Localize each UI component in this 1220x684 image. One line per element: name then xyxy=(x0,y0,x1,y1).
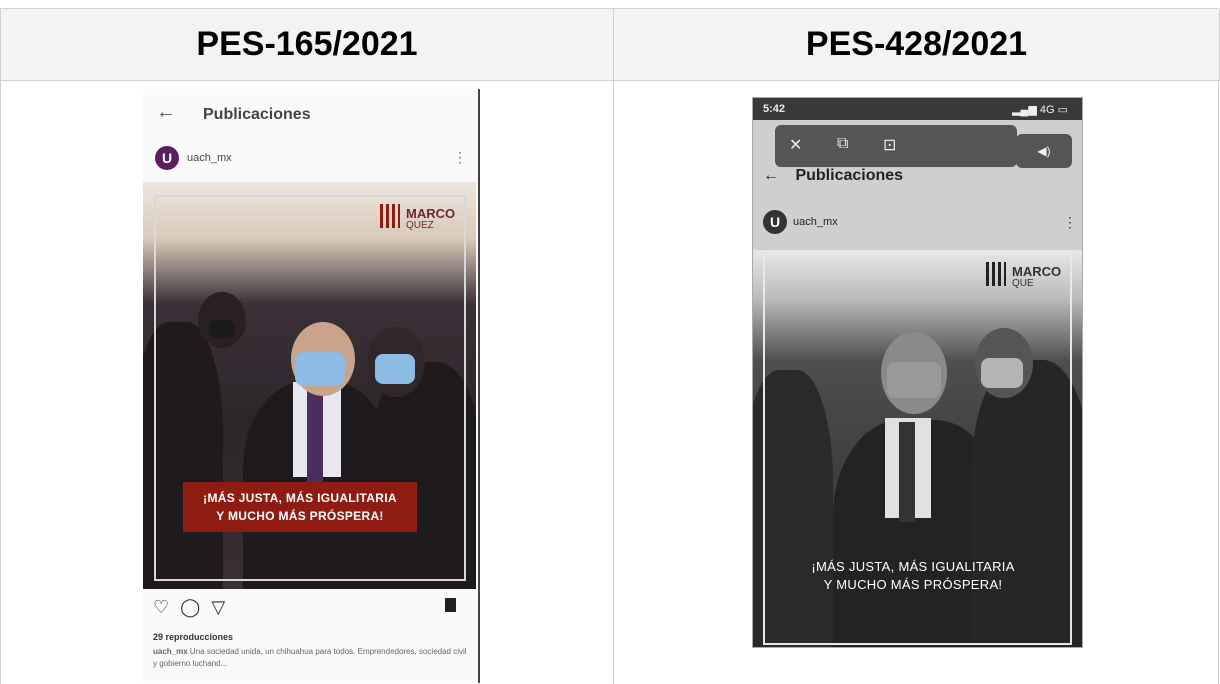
slogan-banner: ¡MÁS JUSTA, MÁS IGUALITARIA Y MUCHO MÁS … xyxy=(183,482,417,532)
column-header-left: PES-165/2021 xyxy=(1,9,614,81)
close-icon[interactable]: ✕ xyxy=(789,135,802,155)
post-photo: MARCO QUE ¡MÁS JUSTA, MÁS IGUALITARIA Y … xyxy=(753,250,1082,647)
heart-icon[interactable]: ♡ xyxy=(153,597,169,617)
slogan-line-2: Y MUCHO MÁS PRÓSPERA! xyxy=(216,509,384,523)
account-logo: U xyxy=(155,146,179,170)
column-header-right: PES-428/2021 xyxy=(614,9,1220,81)
post-actions: ♡ ◯ ▽ xyxy=(153,597,225,618)
fullscreen-icon[interactable]: ⊡ xyxy=(883,135,896,155)
kebab-menu-icon: ⋮ xyxy=(453,149,467,165)
bookmark-icon[interactable] xyxy=(445,598,456,612)
account-name: uach_mx xyxy=(187,152,232,164)
account-name: uach_mx xyxy=(793,216,838,228)
post-header-title: Publicaciones xyxy=(795,167,904,184)
network-type: 4G xyxy=(1039,104,1055,116)
comment-icon[interactable]: ◯ xyxy=(180,597,200,617)
screenshot-instagram-post-right: 5:42 ▂▄▆ 4G ▭ ✕ ⧉ ⊡ ◀) ← Publicaciones U… xyxy=(752,97,1083,648)
video-controls: ✕ ⧉ ⊡ xyxy=(775,125,1017,167)
back-arrow-icon: ← xyxy=(156,101,176,123)
post-header: ← Publicaciones xyxy=(143,89,478,139)
column-divider xyxy=(613,81,614,684)
account-row: U uach_mx ⋮ xyxy=(143,141,478,175)
slogan-line-1: ¡MÁS JUSTA, MÁS IGUALITARIA xyxy=(203,491,397,505)
kebab-menu-icon: ⋮ xyxy=(1063,214,1077,230)
post-caption: uach_mx Una sociedad unida, un chihuahua… xyxy=(153,646,469,670)
view-count: 29 reproducciones xyxy=(153,632,234,642)
picture-in-picture-icon[interactable]: ⧉ xyxy=(837,135,848,153)
account-logo: U xyxy=(763,210,787,234)
slogan-line-2: Y MUCHO MÁS PRÓSPERA! xyxy=(823,577,1003,592)
back-arrow-icon: ← xyxy=(763,167,779,184)
slogan-line-1: ¡MÁS JUSTA, MÁS IGUALITARIA xyxy=(811,559,1015,574)
signal-indicator: ▂▄▆ 4G ▭ xyxy=(1012,104,1068,116)
account-row: U uach_mx ⋮ xyxy=(753,208,1082,238)
slogan-banner: ¡MÁS JUSTA, MÁS IGUALITARIA Y MUCHO MÁS … xyxy=(793,552,1033,602)
screenshot-instagram-post-left: ← Publicaciones U uach_mx ⋮ MARCO QUEZ ¡… xyxy=(143,89,480,683)
table-right-border xyxy=(1218,81,1219,684)
status-time: 5:42 xyxy=(763,103,786,115)
volume-icon[interactable]: ◀) xyxy=(1016,134,1072,168)
post-header-title: Publicaciones xyxy=(203,106,311,123)
share-icon[interactable]: ▽ xyxy=(211,597,225,617)
post-header: ← Publicaciones xyxy=(763,167,903,185)
caption-user: uach_mx xyxy=(153,647,188,656)
caption-text: Una sociedad unida, un chihuahua para to… xyxy=(153,647,467,668)
post-photo: MARCO QUEZ ¡MÁS JUSTA, MÁS IGUALITARIA Y… xyxy=(143,182,476,589)
status-bar: 5:42 ▂▄▆ 4G ▭ xyxy=(753,98,1082,120)
